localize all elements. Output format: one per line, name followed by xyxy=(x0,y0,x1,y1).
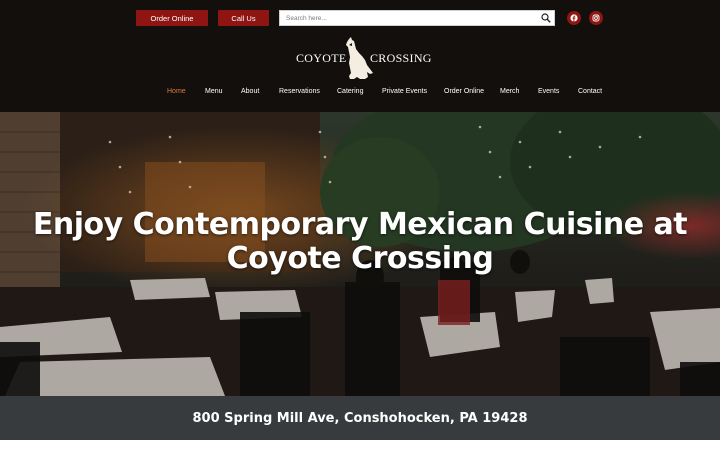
nav-events[interactable]: Events xyxy=(538,88,559,95)
page-bottom-spacer xyxy=(0,440,720,450)
hero-title-line-2: Coyote Crossing xyxy=(226,241,494,276)
facebook-icon xyxy=(570,14,578,22)
address-bar: 800 Spring Mill Ave, Conshohocken, PA 19… xyxy=(0,396,720,440)
call-us-button[interactable]: Call Us xyxy=(218,10,269,26)
search-button[interactable] xyxy=(538,11,554,25)
logo-text-left: COYOTE xyxy=(296,51,347,65)
nav-home[interactable]: Home xyxy=(167,88,186,95)
site-logo[interactable]: COYOTE CROSSING xyxy=(294,36,431,80)
nav-contact[interactable]: Contact xyxy=(578,88,602,95)
search-icon xyxy=(541,13,551,23)
hero-title-line-1: Enjoy Contemporary Mexican Cuisine at xyxy=(32,207,688,242)
instagram-link[interactable] xyxy=(589,11,603,25)
nav-reservations[interactable]: Reservations xyxy=(279,88,320,95)
hero-section: Enjoy Contemporary Mexican Cuisine at Co… xyxy=(0,112,720,396)
facebook-link[interactable] xyxy=(567,11,581,25)
nav-menu[interactable]: Menu xyxy=(205,88,223,95)
hero-title: Enjoy Contemporary Mexican Cuisine at Co… xyxy=(0,208,720,276)
nav-catering[interactable]: Catering xyxy=(337,88,363,95)
logo-text-right: CROSSING xyxy=(370,51,432,65)
nav-private-events[interactable]: Private Events xyxy=(382,88,427,95)
nav-about[interactable]: About xyxy=(241,88,259,95)
search-input[interactable] xyxy=(280,11,538,25)
address-text: 800 Spring Mill Ave, Conshohocken, PA 19… xyxy=(192,410,528,426)
site-header: Order Online Call Us COYOTE CROSSING xyxy=(0,0,720,112)
main-nav: Home Menu About Reservations Catering Pr… xyxy=(0,88,720,100)
nav-merch[interactable]: Merch xyxy=(500,88,519,95)
nav-order-online[interactable]: Order Online xyxy=(444,88,484,95)
order-online-button[interactable]: Order Online xyxy=(136,10,208,26)
instagram-icon xyxy=(592,14,600,22)
howling-coyote-icon xyxy=(346,37,373,79)
search-bar xyxy=(279,10,555,26)
